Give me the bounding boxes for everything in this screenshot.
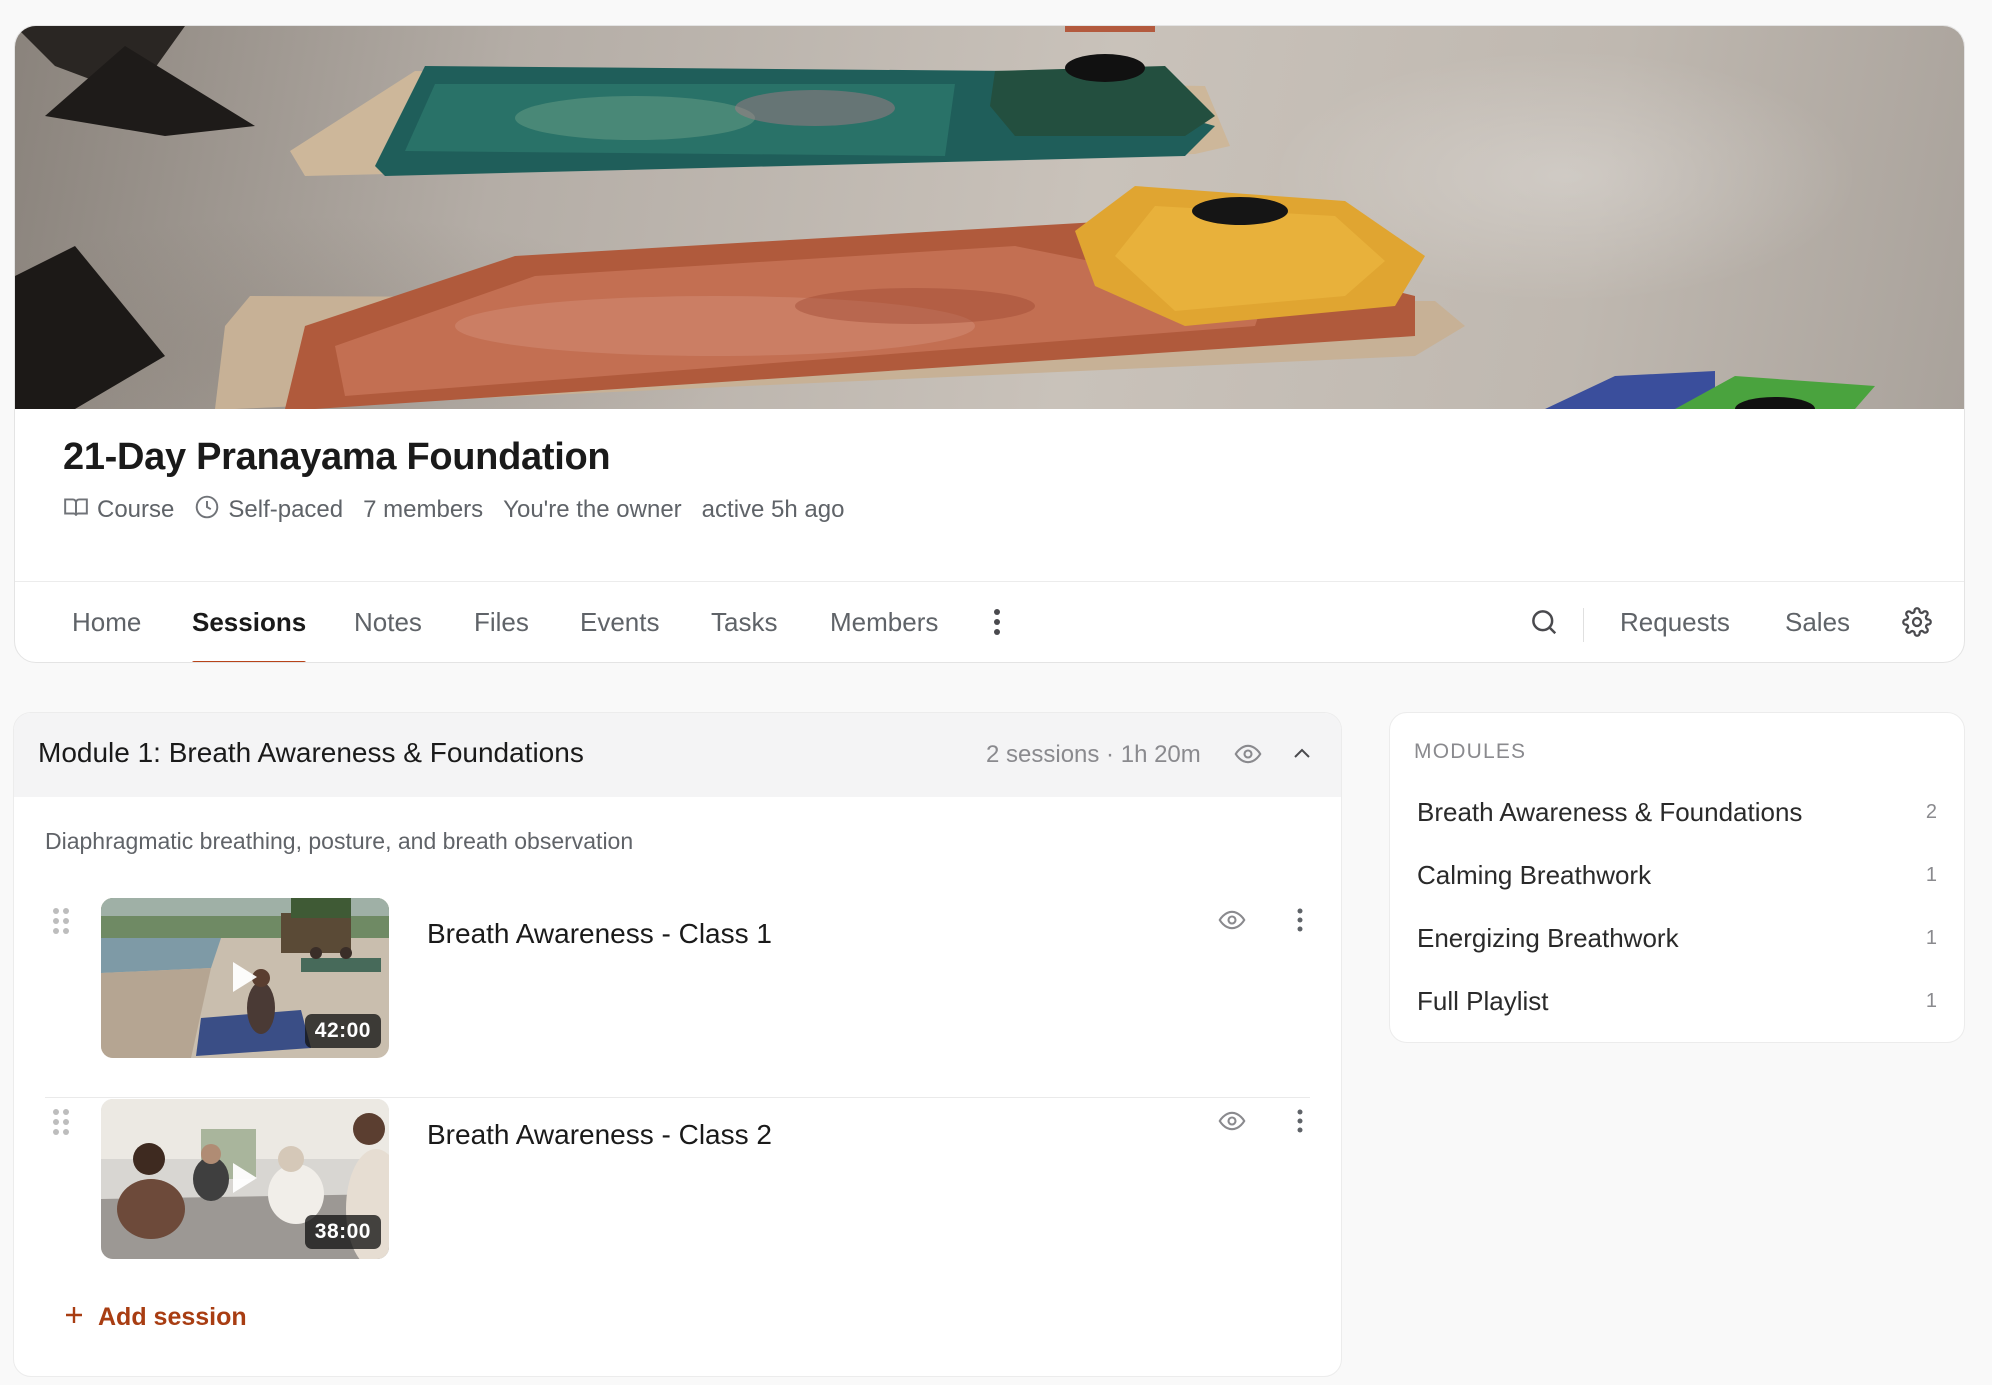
play-icon: [233, 962, 257, 992]
more-tabs-button[interactable]: [979, 606, 1015, 642]
session-more-button[interactable]: [1282, 1105, 1318, 1141]
more-vertical-icon: [1297, 1109, 1303, 1138]
search-icon: [1529, 607, 1559, 642]
eye-icon: [1218, 1107, 1246, 1140]
module-card: Module 1: Breath Awareness & Foundations…: [13, 712, 1342, 1377]
course-activity: active 5h ago: [701, 496, 845, 523]
more-vertical-icon: [993, 608, 1001, 641]
tab-sales[interactable]: Sales: [1785, 582, 1850, 662]
settings-button[interactable]: [1899, 606, 1935, 642]
session-more-button[interactable]: [1282, 904, 1318, 940]
add-session-button[interactable]: Add session: [64, 1303, 247, 1332]
plus-icon: [64, 1303, 84, 1332]
module-title: Module 1: Breath Awareness & Foundations: [38, 737, 584, 768]
drag-handle-icon[interactable]: [53, 1109, 69, 1137]
gear-icon: [1902, 606, 1932, 642]
tab-sessions[interactable]: Sessions: [192, 582, 307, 662]
collapse-module-button[interactable]: [1285, 739, 1319, 773]
session-duration: 42:00: [304, 1014, 381, 1048]
module-session-count: 2: [1925, 801, 1937, 823]
session-title[interactable]: Breath Awareness - Class 2: [427, 1119, 772, 1151]
session-thumbnail[interactable]: 38:00: [101, 1099, 389, 1259]
play-icon: [233, 1163, 257, 1193]
session-duration: 38:00: [304, 1215, 381, 1249]
drag-handle-icon[interactable]: [53, 908, 69, 936]
eye-icon: [1234, 740, 1262, 773]
book-icon: [63, 494, 89, 527]
tab-tasks[interactable]: Tasks: [711, 582, 777, 662]
session-row: 42:00 Breath Awareness - Class 1: [45, 898, 1310, 1098]
tab-divider: [1583, 608, 1584, 642]
module-description: Diaphragmatic breathing, posture, and br…: [45, 828, 634, 854]
session-row: 38:00 Breath Awareness - Class 2: [45, 1099, 1310, 1285]
course-pace: Self-paced: [194, 494, 343, 527]
clock-icon: [194, 494, 220, 527]
module-link-label: Full Playlist: [1417, 986, 1549, 1016]
session-thumbnail[interactable]: 42:00: [101, 898, 389, 1058]
tab-requests[interactable]: Requests: [1620, 582, 1730, 662]
module-link-label: Breath Awareness & Foundations: [1417, 797, 1803, 827]
modules-sidebar: MODULES Breath Awareness & Foundations 2…: [1389, 712, 1965, 1043]
session-title[interactable]: Breath Awareness - Class 1: [427, 918, 772, 950]
module-link-label: Calming Breathwork: [1417, 860, 1652, 890]
course-meta: Course Self-paced 7 members You're the o…: [63, 493, 844, 527]
chevron-up-icon: [1290, 742, 1314, 771]
add-session-label: Add session: [98, 1303, 247, 1331]
tab-events[interactable]: Events: [580, 582, 660, 662]
more-vertical-icon: [1297, 908, 1303, 937]
session-visibility-button[interactable]: [1214, 1105, 1250, 1141]
course-tabbar: Home Sessions Notes Files Events Tasks M…: [15, 581, 1964, 662]
course-owner-status: You're the owner: [503, 496, 682, 523]
module-header[interactable]: Module 1: Breath Awareness & Foundations…: [14, 713, 1341, 797]
tab-home[interactable]: Home: [72, 582, 141, 662]
module-session-count: 1: [1925, 927, 1937, 949]
eye-icon: [1218, 906, 1246, 939]
course-type: Course: [63, 494, 174, 527]
module-link-full-playlist[interactable]: Full Playlist 1: [1417, 980, 1937, 1024]
tab-notes[interactable]: Notes: [354, 582, 422, 662]
tab-members[interactable]: Members: [830, 582, 938, 662]
module-link-energizing-breathwork[interactable]: Energizing Breathwork 1: [1417, 917, 1937, 961]
module-session-count: 1: [1925, 990, 1937, 1012]
session-visibility-button[interactable]: [1214, 904, 1250, 940]
module-stats: 2 sessions · 1h 20m: [986, 741, 1201, 768]
module-link-calming-breathwork[interactable]: Calming Breathwork 1: [1417, 854, 1937, 898]
course-header-card: 21-Day Pranayama Foundation Course Self-…: [14, 25, 1965, 663]
module-visibility-button[interactable]: [1231, 739, 1265, 773]
module-session-count: 1: [1925, 864, 1937, 886]
course-title: 21-Day Pranayama Foundation: [63, 436, 611, 478]
tab-files[interactable]: Files: [474, 582, 529, 662]
module-link-breath-awareness[interactable]: Breath Awareness & Foundations 2: [1417, 791, 1937, 835]
search-button[interactable]: [1526, 606, 1562, 642]
module-link-label: Energizing Breathwork: [1417, 923, 1679, 953]
cover-image: [15, 26, 1964, 409]
modules-heading: MODULES: [1414, 740, 1527, 763]
cover-illustration: [15, 26, 1875, 409]
course-members: 7 members: [363, 496, 484, 523]
